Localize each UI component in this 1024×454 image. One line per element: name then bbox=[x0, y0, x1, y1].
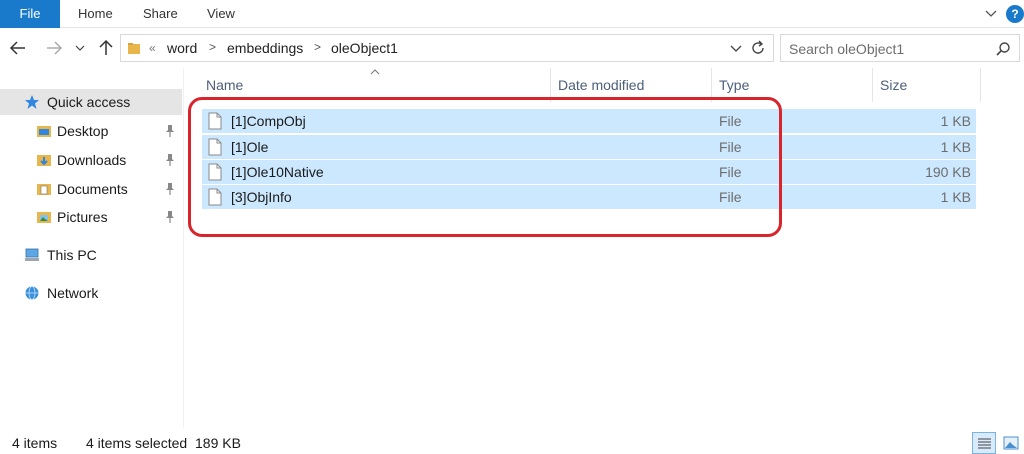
breadcrumb-oleobject1[interactable]: oleObject1 bbox=[331, 40, 398, 56]
column-divider[interactable] bbox=[711, 68, 712, 102]
pin-icon[interactable] bbox=[164, 182, 176, 196]
tab-share[interactable]: Share bbox=[143, 0, 178, 28]
sidebar-item-label: Downloads bbox=[57, 152, 127, 168]
address-dropdown-icon[interactable] bbox=[729, 41, 743, 55]
file-type: File bbox=[719, 139, 742, 155]
file-list-pane: Name Date modified Type Size [1]CompObj … bbox=[184, 68, 1024, 428]
file-size: 1 KB bbox=[940, 189, 971, 205]
file-name: [3]ObjInfo bbox=[231, 189, 292, 205]
help-icon[interactable]: ? bbox=[1006, 5, 1024, 23]
folder-icon bbox=[128, 43, 140, 54]
up-arrow-icon[interactable] bbox=[96, 38, 116, 58]
sidebar-item-label: Documents bbox=[57, 181, 128, 197]
column-header-size[interactable]: Size bbox=[880, 68, 907, 102]
sidebar-item-quick-access[interactable]: Quick access bbox=[0, 89, 182, 115]
sidebar-item-label: Network bbox=[47, 285, 99, 301]
status-selected-size: 189 KB bbox=[195, 435, 241, 451]
search-input[interactable] bbox=[789, 40, 989, 58]
pin-icon[interactable] bbox=[164, 124, 176, 138]
sidebar-item-network[interactable]: Network bbox=[0, 280, 182, 306]
column-divider[interactable] bbox=[550, 68, 551, 102]
file-row[interactable]: [3]ObjInfo File 1 KB bbox=[202, 185, 976, 210]
file-name: [1]Ole10Native bbox=[231, 164, 324, 180]
large-icons-view-icon[interactable] bbox=[1000, 432, 1022, 454]
sidebar-item-label: This PC bbox=[47, 247, 97, 263]
file-icon bbox=[208, 188, 222, 206]
file-icon bbox=[208, 138, 222, 156]
address-bar[interactable]: « word > embeddings > oleObject1 bbox=[120, 34, 774, 62]
file-icon bbox=[208, 163, 222, 181]
tab-file[interactable]: File bbox=[0, 0, 60, 28]
file-name: [1]CompObj bbox=[231, 113, 306, 129]
ribbon: File Home Share View ? bbox=[0, 0, 1024, 28]
file-size: 1 KB bbox=[940, 113, 971, 129]
sidebar-item-downloads[interactable]: Downloads bbox=[0, 147, 182, 173]
file-size: 1 KB bbox=[940, 139, 971, 155]
recent-locations-chevron-icon[interactable] bbox=[74, 38, 86, 58]
network-icon bbox=[25, 286, 39, 300]
sidebar-item-this-pc[interactable]: This PC bbox=[0, 242, 182, 268]
details-view-icon bbox=[978, 438, 991, 449]
sidebar-item-label: Desktop bbox=[57, 123, 109, 139]
refresh-icon[interactable] bbox=[749, 39, 767, 57]
column-divider[interactable] bbox=[980, 68, 981, 102]
status-item-count: 4 items bbox=[12, 435, 58, 451]
file-type: File bbox=[719, 164, 742, 180]
sort-ascending-icon bbox=[370, 69, 380, 75]
sidebar-item-documents[interactable]: Documents bbox=[0, 176, 182, 202]
file-size: 190 KB bbox=[925, 164, 971, 180]
status-selected-count: 4 items selected bbox=[86, 435, 188, 451]
column-header-name[interactable]: Name bbox=[206, 68, 243, 102]
file-name: [1]Ole bbox=[231, 139, 269, 155]
pictures-folder-icon bbox=[37, 212, 51, 223]
pin-icon[interactable] bbox=[164, 153, 176, 167]
expand-ribbon-icon[interactable] bbox=[984, 7, 998, 21]
navigation-pane: Quick access Desktop Downloads Documents bbox=[0, 68, 184, 428]
breadcrumb-separator[interactable]: > bbox=[209, 40, 216, 54]
details-view-button[interactable] bbox=[972, 432, 996, 454]
downloads-folder-icon bbox=[37, 155, 51, 166]
documents-folder-icon bbox=[37, 184, 51, 195]
file-row[interactable]: [1]Ole File 1 KB bbox=[202, 135, 976, 160]
tab-view[interactable]: View bbox=[207, 0, 235, 28]
column-header-date-modified[interactable]: Date modified bbox=[558, 68, 644, 102]
breadcrumb-word[interactable]: word bbox=[167, 40, 197, 56]
pin-icon[interactable] bbox=[164, 210, 176, 224]
star-icon bbox=[25, 95, 39, 109]
breadcrumb-separator[interactable]: > bbox=[314, 40, 321, 54]
address-overflow[interactable]: « bbox=[149, 41, 156, 55]
tab-home[interactable]: Home bbox=[78, 0, 113, 28]
forward-arrow-icon[interactable] bbox=[44, 38, 64, 58]
file-row[interactable]: [1]Ole10Native File 190 KB bbox=[202, 160, 976, 185]
file-type: File bbox=[719, 189, 742, 205]
sidebar-item-label: Quick access bbox=[47, 94, 131, 110]
status-bar: 4 items 4 items selected 189 KB bbox=[0, 428, 1024, 454]
desktop-folder-icon bbox=[37, 126, 51, 137]
file-icon bbox=[208, 112, 222, 130]
sidebar-item-desktop[interactable]: Desktop bbox=[0, 118, 182, 144]
back-arrow-icon[interactable] bbox=[8, 38, 28, 58]
search-box[interactable] bbox=[780, 34, 1020, 62]
file-type: File bbox=[719, 113, 742, 129]
search-icon[interactable] bbox=[995, 41, 1011, 57]
sidebar-item-pictures[interactable]: Pictures bbox=[0, 204, 182, 230]
sidebar-item-label: Pictures bbox=[57, 209, 108, 225]
navigation-bar: « word > embeddings > oleObject1 bbox=[0, 28, 1024, 68]
breadcrumb-embeddings[interactable]: embeddings bbox=[227, 40, 303, 56]
column-divider[interactable] bbox=[872, 68, 873, 102]
column-header-type[interactable]: Type bbox=[719, 68, 749, 102]
computer-icon bbox=[25, 248, 39, 261]
file-row[interactable]: [1]CompObj File 1 KB bbox=[202, 109, 976, 134]
